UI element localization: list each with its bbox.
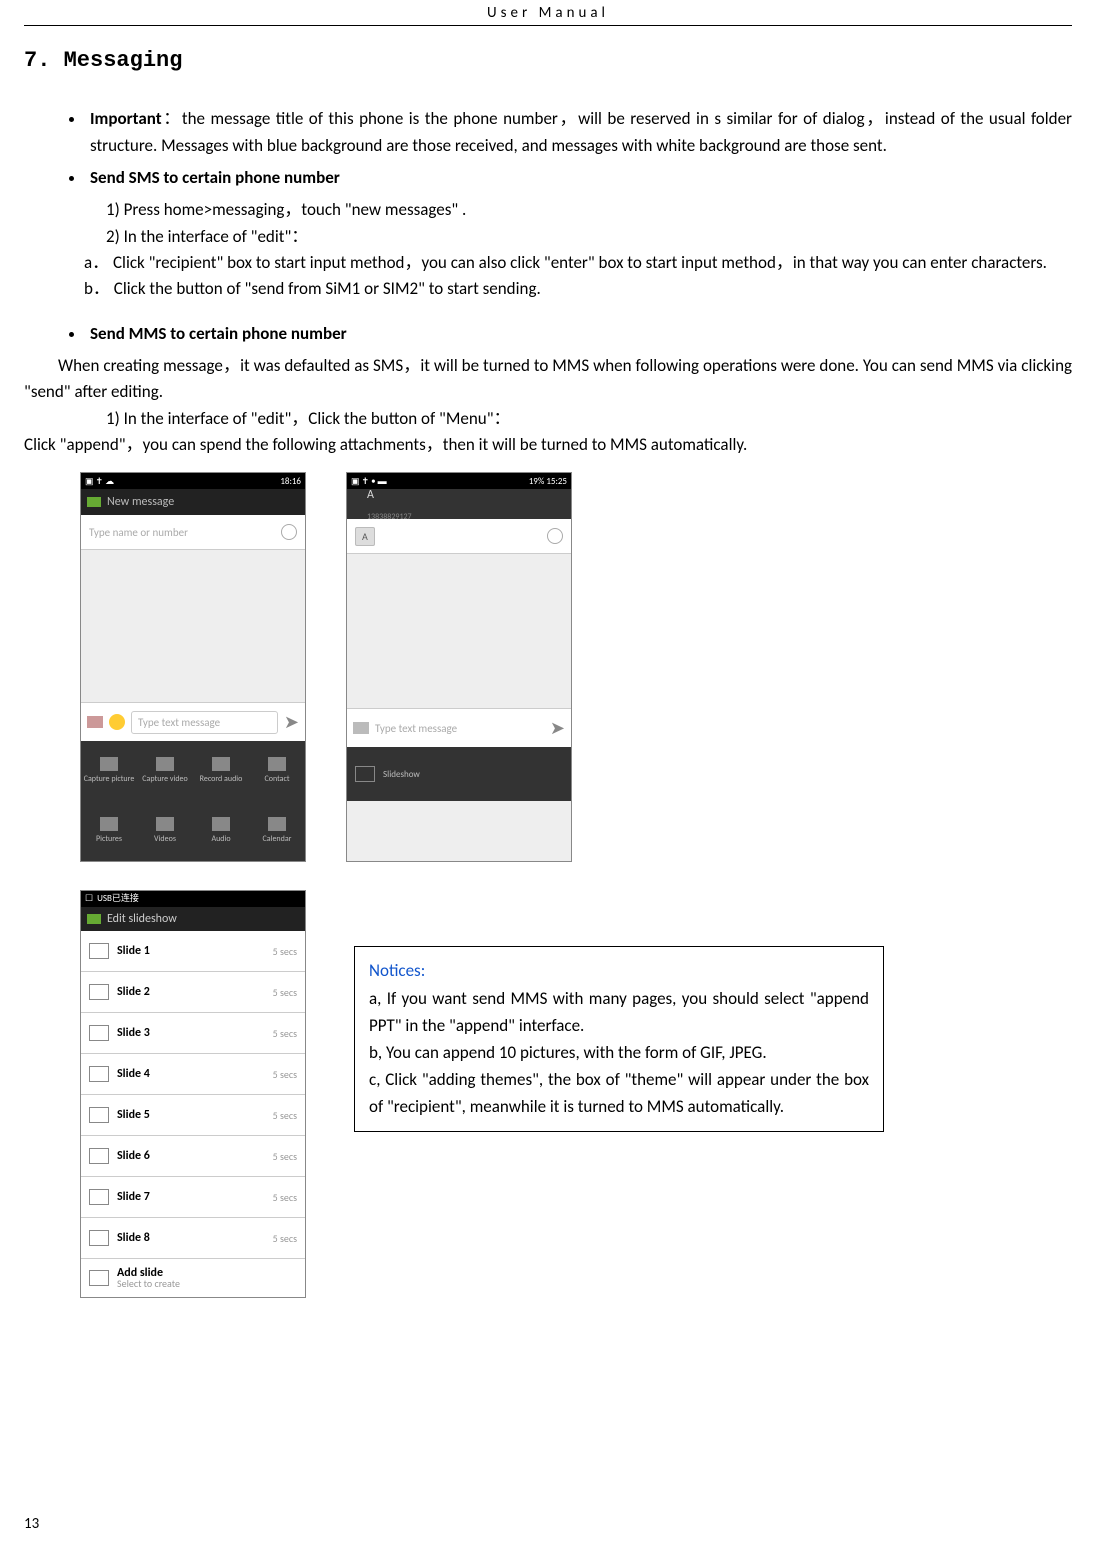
slide-row: Slide 75 secs bbox=[81, 1177, 305, 1218]
notice-c: c, Click "adding themes", the box of "th… bbox=[369, 1066, 869, 1120]
slide-icon bbox=[89, 1025, 109, 1041]
slide-icon bbox=[89, 1066, 109, 1082]
mms-step-1: 1) In the interface of "edit"，Click the … bbox=[24, 406, 1072, 432]
mic-icon bbox=[212, 757, 230, 771]
notice-title: Notices: bbox=[369, 957, 869, 984]
sms-step-2a: a． Click "recipient" box to start input … bbox=[24, 250, 1072, 276]
bullet-send-mms: Send MMS to certain phone number bbox=[86, 321, 1072, 347]
slide-icon bbox=[89, 1107, 109, 1123]
important-text: ：the message title of this phone is the … bbox=[90, 108, 1072, 155]
emoji-icon bbox=[109, 714, 125, 730]
slide-row: Slide 15 secs bbox=[81, 931, 305, 972]
video-icon bbox=[156, 757, 174, 771]
section-title: 7. Messaging bbox=[24, 44, 1072, 78]
slide-row: Slide 85 secs bbox=[81, 1218, 305, 1259]
pictures-icon bbox=[100, 817, 118, 831]
mms-append: Click "append"，you can spend the followi… bbox=[24, 432, 1072, 458]
attach-grid: Capture picture Capture video Record aud… bbox=[81, 741, 305, 861]
slide-icon bbox=[89, 943, 109, 959]
screenshot-row-2: ☐USB已连接 Edit slideshow Slide 15 secsSlid… bbox=[80, 890, 1072, 1298]
slide-row: Slide 65 secs bbox=[81, 1136, 305, 1177]
contact-icon bbox=[281, 524, 297, 540]
mail-icon bbox=[87, 497, 101, 507]
slide-icon bbox=[89, 1189, 109, 1205]
slide-icon bbox=[89, 1148, 109, 1164]
slide-row: Slide 55 secs bbox=[81, 1095, 305, 1136]
sim-icon bbox=[87, 716, 103, 728]
slide-row: Slide 35 secs bbox=[81, 1013, 305, 1054]
sim-icon bbox=[353, 722, 369, 734]
page-number: 13 bbox=[24, 1513, 39, 1536]
sms-step-1: 1) Press home>messaging，touch "new messa… bbox=[24, 197, 1072, 223]
calendar-icon bbox=[268, 817, 286, 831]
videos-icon bbox=[156, 817, 174, 831]
phone-compose: ▣ ✝ • ▬19% 15:25 A 13838829127 A Type te… bbox=[346, 472, 572, 862]
slide-icon bbox=[89, 1230, 109, 1246]
slideshow-icon bbox=[355, 766, 375, 782]
audio-icon bbox=[212, 817, 230, 831]
add-slide-icon bbox=[89, 1270, 109, 1286]
sms-step-2: 2) In the interface of "edit"： bbox=[24, 224, 1072, 250]
contact-icon bbox=[547, 528, 563, 544]
notice-b: b, You can append 10 pictures, with the … bbox=[369, 1039, 869, 1066]
page-header: User Manual bbox=[24, 0, 1072, 26]
slide-icon bbox=[89, 984, 109, 1000]
screenshot-row-1: ▣ ✝ ☁18:16 New message Type name or numb… bbox=[80, 472, 1072, 862]
notice-box: Notices: a, If you want send MMS with ma… bbox=[354, 946, 884, 1131]
phone-edit-slideshow: ☐USB已连接 Edit slideshow Slide 15 secsSlid… bbox=[80, 890, 306, 1298]
slide-row: Slide 45 secs bbox=[81, 1054, 305, 1095]
bullet-important: Important：the message title of this phon… bbox=[86, 106, 1072, 159]
slide-row: Slide 25 secs bbox=[81, 972, 305, 1013]
send-icon: ➤ bbox=[284, 709, 299, 737]
important-label: Important bbox=[90, 108, 162, 129]
mms-intro: When creating message，it was defaulted a… bbox=[24, 353, 1072, 406]
sms-step-2b: b． Click the button of "send from SiM1 o… bbox=[24, 276, 1072, 302]
bullet-send-sms: Send SMS to certain phone number bbox=[86, 165, 1072, 191]
contact-grid-icon bbox=[268, 757, 286, 771]
phone-new-message: ▣ ✝ ☁18:16 New message Type name or numb… bbox=[80, 472, 306, 862]
notice-a: a, If you want send MMS with many pages,… bbox=[369, 985, 869, 1039]
send-icon: ➤ bbox=[550, 715, 565, 743]
camera-icon bbox=[100, 757, 118, 771]
mail-icon bbox=[87, 914, 101, 924]
